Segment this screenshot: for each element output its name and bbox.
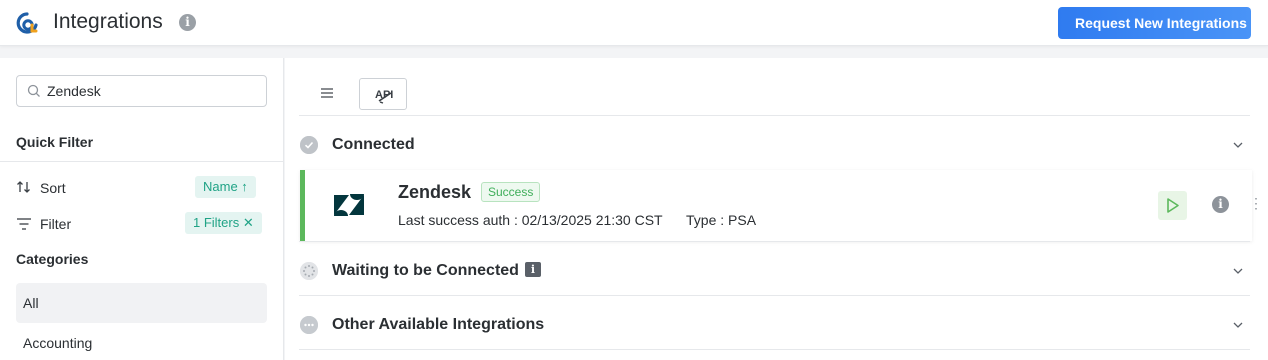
app-logo-icon[interactable] [16,12,40,34]
run-button[interactable] [1158,191,1187,220]
integration-card-zendesk[interactable]: Zendesk Success Last success auth : 02/1… [300,170,1263,241]
main-panel: API Connected Zendesk Success Last succe… [285,58,1268,360]
status-badge: Success [481,182,541,202]
check-circle-icon [300,136,318,154]
categories-title: Categories [16,251,89,267]
filter-lines-icon [17,218,31,230]
section-other-title[interactable]: Other Available Integrations [332,316,544,334]
section-waiting-title[interactable]: Waiting to be Connected i [332,262,541,280]
sidebar: Quick Filter Sort Name ↑ Filter 1 Filter… [0,58,284,360]
category-accounting[interactable]: Accounting [16,323,267,360]
filter-chip[interactable]: 1 Filters ✕ [185,212,262,234]
more-menu-icon[interactable]: ⋮ [1249,195,1263,212]
divider [299,295,1250,296]
divider [299,115,1250,116]
divider [299,241,1250,242]
category-all[interactable]: All [16,283,267,323]
chevron-down-icon[interactable] [1232,265,1244,277]
api-view-button[interactable]: API [359,78,407,110]
divider [299,349,1250,350]
header-bar: Integrations i Request New Integrations [0,0,1268,46]
api-text: API [375,89,393,101]
integration-type: Type : PSA [686,212,757,228]
section-connected-title[interactable]: Connected [332,136,415,154]
last-success-auth: Last success auth : 02/13/2025 21:30 CST [398,212,663,228]
sort-label: Sort [40,180,66,196]
chevron-down-icon[interactable] [1232,319,1244,331]
page-title: Integrations [53,10,163,33]
info-icon[interactable]: i [524,262,541,277]
list-view-icon[interactable] [319,85,335,101]
api-view-icon: API [375,89,393,104]
section-waiting-label: Waiting to be Connected [332,262,519,279]
search-box[interactable] [16,75,267,107]
spinner-icon [300,262,318,280]
info-icon[interactable]: i [179,14,196,31]
request-new-integrations-button[interactable]: Request New Integrations [1058,7,1251,39]
sort-arrows-icon [17,181,30,193]
quick-filter-title: Quick Filter [16,134,94,150]
info-icon[interactable]: i [1212,196,1229,213]
more-circle-icon [300,316,318,334]
search-input[interactable] [47,76,257,106]
zendesk-logo-icon [334,194,364,216]
integration-name: Zendesk [398,182,472,202]
search-icon [27,84,40,97]
play-icon [1167,198,1179,213]
divider [0,161,284,162]
sort-chip[interactable]: Name ↑ [195,176,256,198]
filter-label: Filter [40,216,72,232]
chevron-down-icon[interactable] [1232,139,1244,151]
